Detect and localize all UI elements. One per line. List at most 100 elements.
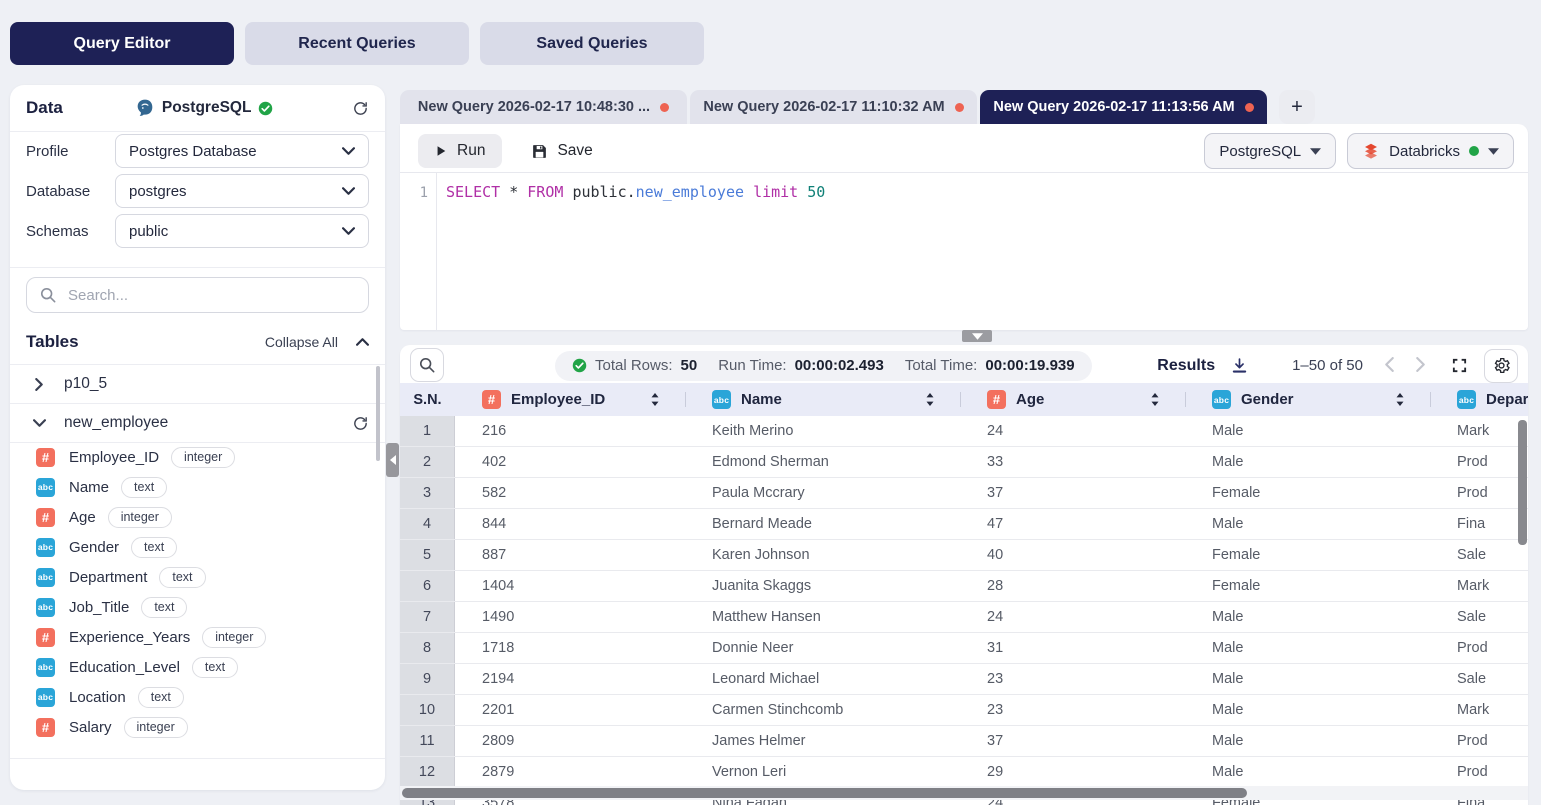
table-cell[interactable]: Vernon Leri xyxy=(685,757,960,787)
vertical-scrollbar-thumb[interactable] xyxy=(1518,420,1527,545)
query-tab-2[interactable]: New Query 2026-02-17 11:10:32 AM xyxy=(690,90,977,124)
chevron-right-icon[interactable] xyxy=(32,378,46,391)
table-cell[interactable]: Paula Mccrary xyxy=(685,478,960,508)
sort-icon[interactable] xyxy=(1150,392,1160,407)
panel-splitter-handle[interactable] xyxy=(962,330,992,342)
table-cell[interactable]: 24 xyxy=(960,416,1185,446)
table-cell[interactable]: 24 xyxy=(960,602,1185,632)
engine-dropdown[interactable]: PostgreSQL xyxy=(1204,133,1336,169)
table-cell[interactable]: 47 xyxy=(960,509,1185,539)
table-cell[interactable]: Mark xyxy=(1430,571,1528,601)
fullscreen-icon[interactable] xyxy=(1451,357,1468,374)
sort-icon[interactable] xyxy=(1395,392,1405,407)
query-tab-1[interactable]: New Query 2026-02-17 10:48:30 ... xyxy=(400,90,687,124)
table-cell[interactable]: Edmond Sherman xyxy=(685,447,960,477)
table-cell[interactable]: Prod xyxy=(1430,726,1528,756)
table-cell[interactable]: Mark xyxy=(1430,695,1528,725)
table-cell[interactable]: 2879 xyxy=(455,757,685,787)
table-row[interactable]: 61404Juanita Skaggs28FemaleMark xyxy=(400,571,1528,602)
table-row[interactable]: 5887Karen Johnson40FemaleSale xyxy=(400,540,1528,571)
column-item-location[interactable]: abcLocationtext xyxy=(10,682,385,712)
prev-page-button[interactable] xyxy=(1385,357,1394,375)
table-cell[interactable]: 28 xyxy=(960,571,1185,601)
table-row[interactable]: 112809James Helmer37MaleProd xyxy=(400,726,1528,757)
column-header-age[interactable]: #Age xyxy=(960,383,1185,416)
nav-tab-saved-queries[interactable]: Saved Queries xyxy=(480,22,704,65)
table-cell[interactable]: Donnie Neer xyxy=(685,633,960,663)
run-button[interactable]: Run xyxy=(418,134,502,168)
download-icon[interactable] xyxy=(1231,357,1248,374)
table-cell[interactable]: Female xyxy=(1185,478,1430,508)
table-cell[interactable]: Female xyxy=(1185,571,1430,601)
column-item-experience-years[interactable]: #Experience_Yearsinteger xyxy=(10,622,385,652)
databricks-dropdown[interactable]: Databricks xyxy=(1347,133,1514,169)
table-cell[interactable]: Prod xyxy=(1430,757,1528,787)
next-page-button[interactable] xyxy=(1416,357,1425,375)
table-cell[interactable]: Juanita Skaggs xyxy=(685,571,960,601)
table-cell[interactable]: Mark xyxy=(1430,416,1528,446)
table-cell[interactable]: Male xyxy=(1185,664,1430,694)
table-row[interactable]: 102201Carmen Stinchcomb23MaleMark xyxy=(400,695,1528,726)
column-item-gender[interactable]: abcGendertext xyxy=(10,532,385,562)
table-cell[interactable]: 23 xyxy=(960,695,1185,725)
table-row[interactable]: 3582Paula Mccrary37FemaleProd xyxy=(400,478,1528,509)
profile-select[interactable]: Postgres Database xyxy=(115,134,369,168)
table-cell[interactable]: 23 xyxy=(960,664,1185,694)
collapse-all-button[interactable]: Collapse All xyxy=(265,334,338,350)
table-cell[interactable]: Male xyxy=(1185,416,1430,446)
table-tree-item-p10-5[interactable]: p10_5 xyxy=(10,365,385,404)
table-cell[interactable]: 844 xyxy=(455,509,685,539)
connection-selector[interactable]: PostgreSQL xyxy=(135,98,274,118)
column-header-gender[interactable]: abcGender xyxy=(1185,383,1430,416)
table-cell[interactable]: Prod xyxy=(1430,478,1528,508)
column-header-name[interactable]: abcName xyxy=(685,383,960,416)
column-header-department[interactable]: abcDepartment xyxy=(1430,383,1528,416)
search-input[interactable] xyxy=(66,286,355,305)
vertical-scrollbar[interactable] xyxy=(1518,418,1527,786)
table-cell[interactable]: 37 xyxy=(960,726,1185,756)
table-cell[interactable]: Male xyxy=(1185,695,1430,725)
table-cell[interactable]: Male xyxy=(1185,447,1430,477)
save-button[interactable]: Save xyxy=(525,141,598,161)
column-item-job-title[interactable]: abcJob_Titletext xyxy=(10,592,385,622)
table-cell[interactable]: 216 xyxy=(455,416,685,446)
sidebar-scrollbar[interactable] xyxy=(376,366,380,461)
table-cell[interactable]: Male xyxy=(1185,602,1430,632)
table-cell[interactable]: Sale xyxy=(1430,602,1528,632)
table-row[interactable]: 92194Leonard Michael23MaleSale xyxy=(400,664,1528,695)
table-cell[interactable]: Matthew Hansen xyxy=(685,602,960,632)
table-cell[interactable]: 37 xyxy=(960,478,1185,508)
sidebar-collapse-handle[interactable] xyxy=(386,443,399,477)
horizontal-scrollbar-thumb[interactable] xyxy=(402,788,1247,798)
table-cell[interactable]: 29 xyxy=(960,757,1185,787)
table-row[interactable]: 4844Bernard Meade47MaleFina xyxy=(400,509,1528,540)
table-cell[interactable]: Keith Merino xyxy=(685,416,960,446)
refresh-connection-icon[interactable] xyxy=(352,100,369,117)
table-cell[interactable]: Sale xyxy=(1430,540,1528,570)
table-cell[interactable]: Male xyxy=(1185,757,1430,787)
database-select[interactable]: postgres xyxy=(115,174,369,208)
table-tree-item-new-employee[interactable]: new_employee xyxy=(10,404,385,443)
table-cell[interactable]: 2809 xyxy=(455,726,685,756)
chevron-down-icon[interactable] xyxy=(32,419,46,427)
refresh-table-icon[interactable] xyxy=(352,415,369,432)
table-cell[interactable]: Leonard Michael xyxy=(685,664,960,694)
column-item-department[interactable]: abcDepartmenttext xyxy=(10,562,385,592)
column-item-salary[interactable]: #Salaryinteger xyxy=(10,712,385,742)
table-cell[interactable]: 582 xyxy=(455,478,685,508)
table-cell[interactable]: Male xyxy=(1185,509,1430,539)
schemas-select[interactable]: public xyxy=(115,214,369,248)
table-cell[interactable]: 1404 xyxy=(455,571,685,601)
table-cell[interactable]: 2194 xyxy=(455,664,685,694)
table-cell[interactable]: Prod xyxy=(1430,447,1528,477)
query-tab-3[interactable]: New Query 2026-02-17 11:13:56 AM xyxy=(980,90,1267,124)
table-cell[interactable]: Karen Johnson xyxy=(685,540,960,570)
table-cell[interactable]: Bernard Meade xyxy=(685,509,960,539)
table-cell[interactable]: 1490 xyxy=(455,602,685,632)
results-search-button[interactable] xyxy=(410,348,444,382)
column-item-employee-id[interactable]: #Employee_IDinteger xyxy=(10,442,385,472)
sql-code-line[interactable]: SELECT * FROM public.new_employee limit … xyxy=(446,183,825,201)
table-row[interactable]: 81718Donnie Neer31MaleProd xyxy=(400,633,1528,664)
sort-icon[interactable] xyxy=(925,392,935,407)
table-row[interactable]: 2402Edmond Sherman33MaleProd xyxy=(400,447,1528,478)
